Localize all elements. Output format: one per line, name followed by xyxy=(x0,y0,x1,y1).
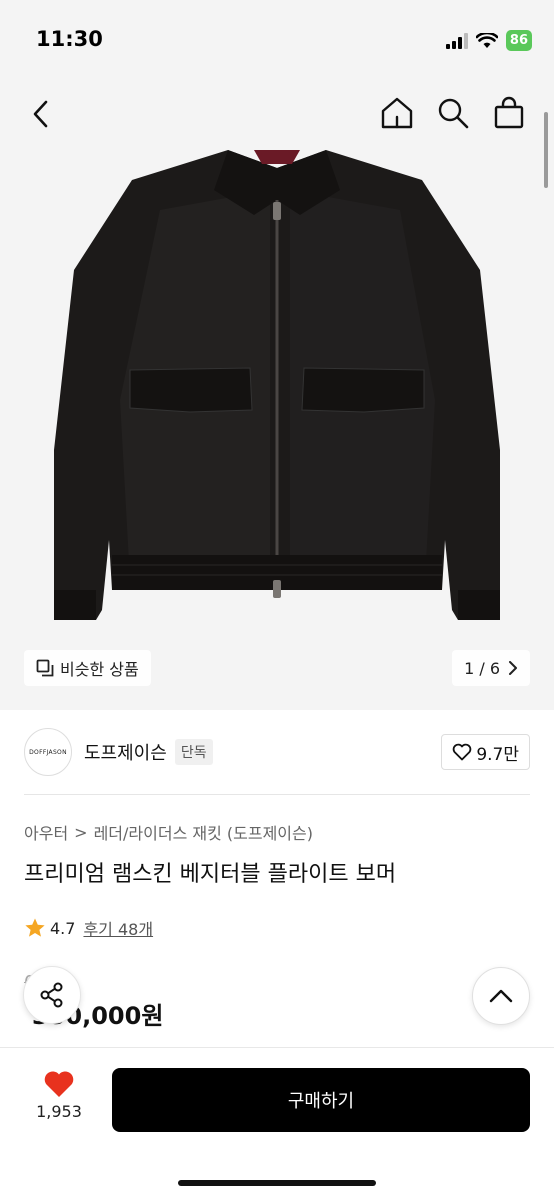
brand-like-button[interactable]: 9.7만 xyxy=(441,734,530,770)
home-indicator xyxy=(178,1180,376,1186)
share-button[interactable] xyxy=(23,966,81,1024)
battery-indicator: 86 xyxy=(505,30,532,51)
product-like-button[interactable]: 1,953 xyxy=(22,1070,96,1121)
image-pager[interactable]: 1 / 6 xyxy=(452,650,530,686)
heart-outline-icon xyxy=(453,743,472,761)
brand-row: DOFFJASON 도프제이슨 단독 9.7만 xyxy=(24,726,530,778)
brand-logo[interactable]: DOFFJASON xyxy=(24,728,72,776)
image-pager-label: 1 / 6 xyxy=(464,658,500,678)
back-button[interactable] xyxy=(26,98,58,130)
search-button[interactable] xyxy=(434,94,472,132)
chevron-right-icon xyxy=(509,661,517,675)
breadcrumb: 아우터 > 레더/라이더스 재킷 (도프제이슨) xyxy=(24,820,313,844)
brand-name[interactable]: 도프제이슨 xyxy=(84,739,167,765)
signal-icon xyxy=(445,32,468,49)
scrollbar[interactable] xyxy=(544,112,548,188)
home-button[interactable] xyxy=(378,94,416,132)
search-icon xyxy=(438,98,469,129)
product-image xyxy=(54,150,500,620)
copy-icon xyxy=(36,659,54,677)
breadcrumb-category[interactable]: 레더/라이더스 재킷 (도프제이슨) xyxy=(94,820,313,844)
scroll-to-top-button[interactable] xyxy=(472,967,530,1025)
status-icons: 86 xyxy=(445,30,532,51)
exclusive-badge: 단독 xyxy=(174,739,213,765)
breadcrumb-separator: > xyxy=(74,822,88,842)
share-icon xyxy=(40,982,63,1008)
wifi-icon xyxy=(475,32,498,48)
chevron-left-icon xyxy=(33,100,48,128)
similar-products-button[interactable]: 비슷한 상품 xyxy=(24,650,151,686)
home-icon xyxy=(381,97,413,129)
heart-filled-icon xyxy=(44,1071,74,1097)
brand-like-count: 9.7만 xyxy=(476,744,519,765)
rating-value: 4.7 xyxy=(50,918,76,938)
brand-logo-text: DOFFJASON xyxy=(29,748,67,756)
product-title: 프리미엄 램스킨 베지터블 플라이트 보머 xyxy=(24,862,397,887)
breadcrumb-root[interactable]: 아우터 xyxy=(24,820,68,844)
status-time: 11:30 xyxy=(36,27,103,51)
chevron-up-icon xyxy=(489,989,513,1003)
divider xyxy=(24,794,530,795)
bottom-action-bar: 1,953 구매하기 xyxy=(0,1047,554,1200)
buy-button[interactable]: 구매하기 xyxy=(112,1068,530,1132)
reviews-link[interactable]: 후기 48개 xyxy=(83,916,153,940)
rating-row: 4.7 후기 48개 xyxy=(24,916,153,940)
similar-products-label: 비슷한 상품 xyxy=(60,660,139,679)
star-icon xyxy=(25,918,45,937)
header-actions xyxy=(378,94,528,132)
product-like-count: 1,953 xyxy=(36,1102,82,1121)
cart-button[interactable] xyxy=(490,94,528,132)
status-bar: 11:30 86 xyxy=(0,0,554,80)
product-image-gallery[interactable]: 비슷한 상품 1 / 6 xyxy=(0,80,554,710)
shopping-bag-icon xyxy=(494,96,524,129)
